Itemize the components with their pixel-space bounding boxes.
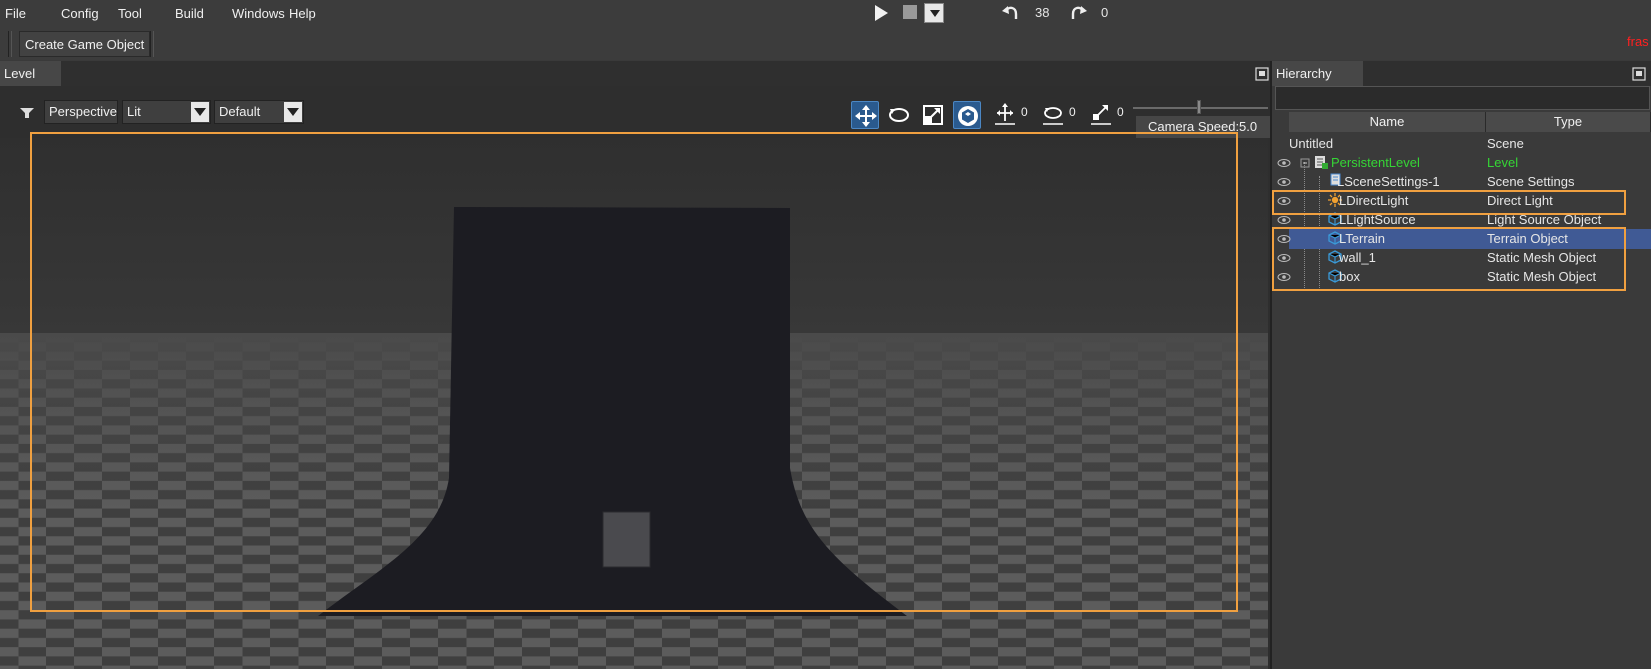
translate-tool-button[interactable] <box>851 101 879 129</box>
rotate-icon <box>889 108 909 122</box>
collapse-icon[interactable] <box>1300 156 1314 170</box>
hierarchy-row-directlight[interactable]: LDirectLight Direct Light <box>1277 191 1651 211</box>
viewport-controls: Perspective Lit Default 0 0 0 Camera Spe… <box>0 86 1270 138</box>
redo-count: 0 <box>1101 5 1109 20</box>
toolbar-grip[interactable] <box>8 31 12 57</box>
hierarchy-search-input[interactable] <box>1275 86 1650 110</box>
menu-windows[interactable]: Windows <box>232 6 285 21</box>
view-mode-label[interactable]: Perspective <box>44 100 118 124</box>
row-type: Static Mesh Object <box>1487 250 1597 265</box>
level-icon <box>1315 156 1328 169</box>
chevron-down-icon <box>191 102 209 122</box>
scale-icon <box>923 105 943 125</box>
tab-level[interactable]: Level <box>0 61 61 86</box>
rotate-tool-button[interactable] <box>885 101 913 129</box>
rotate-snap-value: 0 <box>1069 105 1076 119</box>
camera-speed-slider-handle[interactable] <box>1197 100 1201 114</box>
hierarchy-row-scenesettings[interactable]: LSceneSettings-1 Scene Settings <box>1277 172 1651 192</box>
row-type: Scene <box>1487 136 1524 151</box>
eye-icon[interactable] <box>1277 253 1291 263</box>
row-type: Level <box>1487 155 1519 170</box>
eye-icon[interactable] <box>1277 158 1291 168</box>
toolbar-grip[interactable] <box>150 31 154 57</box>
hierarchy-panel: Name Type Untitled Scene PersistentLevel… <box>1270 86 1651 669</box>
hierarchy-row-untitled[interactable]: Untitled Scene <box>1289 134 1651 154</box>
row-name: PersistentLevel <box>1331 155 1420 170</box>
hierarchy-row-wall1[interactable]: wall_1 Static Mesh Object <box>1277 248 1651 268</box>
shading-value: Lit <box>127 104 141 119</box>
play-icon[interactable] <box>872 4 890 22</box>
hierarchy-header: Name Type <box>1289 112 1651 132</box>
eye-icon[interactable] <box>1277 177 1291 187</box>
translate-icon <box>855 105 877 127</box>
row-name: LDirectLight <box>1339 193 1409 208</box>
row-name: Untitled <box>1289 136 1334 151</box>
local-space-button[interactable] <box>953 101 981 129</box>
filter-icon[interactable] <box>20 108 34 118</box>
menu-build[interactable]: Build <box>175 6 204 21</box>
level-tab-bar: Level <box>0 61 1270 86</box>
box-mesh[interactable] <box>602 511 651 568</box>
menu-config[interactable]: Config <box>61 6 99 21</box>
scale-tool-button[interactable] <box>919 101 947 129</box>
row-name: wall_1 <box>1339 250 1376 265</box>
menu-bar: File Config Tool Build Windows Help 38 0 <box>0 0 1651 28</box>
local-space-icon <box>958 106 978 126</box>
undock-icon[interactable] <box>1255 67 1269 81</box>
column-name[interactable]: Name <box>1289 112 1486 132</box>
hierarchy-tab-bar: Hierarchy <box>1270 61 1651 86</box>
row-type: Scene Settings <box>1487 174 1575 189</box>
scene-render[interactable] <box>0 138 1268 669</box>
hierarchy-row-terrain[interactable]: LTerrain Terrain Object <box>1277 229 1651 249</box>
scale-snap-icon[interactable] <box>1090 103 1112 125</box>
camera-speed-label: Camera Speed:5.0 <box>1136 116 1270 138</box>
level-panel: Perspective Lit Default 0 0 0 Camera Spe… <box>0 86 1270 669</box>
scene-viewport[interactable] <box>0 138 1268 669</box>
row-type: Terrain Object <box>1487 231 1568 246</box>
row-type: Direct Light <box>1487 193 1553 208</box>
column-type[interactable]: Type <box>1486 112 1651 132</box>
eye-icon[interactable] <box>1277 196 1291 206</box>
eye-icon[interactable] <box>1277 272 1291 282</box>
menu-help[interactable]: Help <box>289 6 316 21</box>
translate-snap-icon[interactable] <box>994 103 1016 125</box>
eye-icon[interactable] <box>1277 234 1291 244</box>
undo-icon[interactable] <box>1001 3 1019 21</box>
hierarchy-row-persistentlevel[interactable]: PersistentLevel Level <box>1277 153 1651 173</box>
undock-icon[interactable] <box>1632 67 1646 81</box>
scale-snap-value: 0 <box>1117 105 1124 119</box>
hierarchy-row-lightsource[interactable]: LLightSource Light Source Object <box>1277 210 1651 230</box>
row-type: Static Mesh Object <box>1487 269 1597 284</box>
status-text: fras <box>1627 34 1649 49</box>
menu-file[interactable]: File <box>5 6 26 21</box>
row-name: LTerrain <box>1339 231 1386 246</box>
hierarchy-row-box[interactable]: box Static Mesh Object <box>1277 267 1651 287</box>
preset-select[interactable]: Default <box>214 100 304 124</box>
chevron-down-icon <box>284 102 302 122</box>
shading-select[interactable]: Lit <box>122 100 211 124</box>
tab-hierarchy[interactable]: Hierarchy <box>1272 61 1363 86</box>
toolbar: Create Game Object fras <box>0 28 1651 60</box>
undo-count: 38 <box>1035 5 1050 20</box>
row-name: LSceneSettings-1 <box>1337 174 1440 189</box>
translate-snap-value: 0 <box>1021 105 1028 119</box>
stop-icon[interactable] <box>903 5 917 19</box>
create-game-object-button[interactable]: Create Game Object <box>19 31 151 57</box>
rotate-snap-icon[interactable] <box>1042 103 1064 125</box>
row-type: Light Source Object <box>1487 212 1602 227</box>
row-name: box <box>1339 269 1360 284</box>
redo-icon[interactable] <box>1070 3 1088 21</box>
eye-icon[interactable] <box>1277 215 1291 225</box>
menu-tool[interactable]: Tool <box>118 6 142 21</box>
play-mode-dropdown[interactable] <box>924 3 944 23</box>
row-name: LLightSource <box>1339 212 1416 227</box>
preset-value: Default <box>219 104 261 119</box>
